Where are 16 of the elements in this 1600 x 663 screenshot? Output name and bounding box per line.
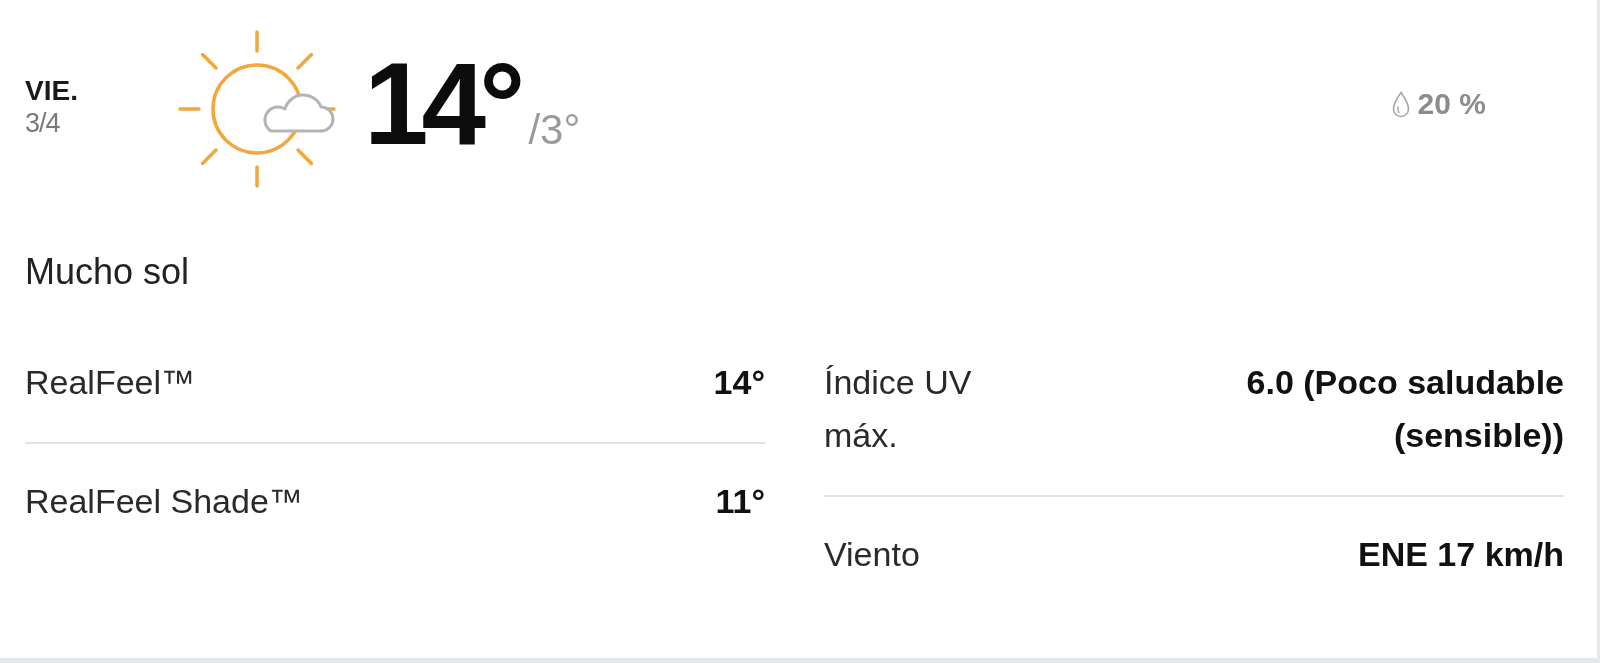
high-temperature: 14°	[364, 46, 519, 162]
detail-value: ENE 17 km/h	[1358, 534, 1564, 575]
weather-phrase: Mucho sol	[25, 250, 190, 294]
precipitation-value: 20 %	[1417, 87, 1486, 121]
detail-value: 11°	[715, 481, 765, 522]
raindrop-icon	[1391, 90, 1410, 118]
weekday-label: VIE.	[25, 75, 78, 107]
low-temperature: /3°	[528, 109, 581, 151]
detail-label: RealFeel Shade™	[25, 481, 303, 522]
detail-label: RealFeel™	[25, 362, 196, 403]
date-label: 3/4	[25, 107, 60, 139]
detail-label: Viento	[824, 534, 920, 575]
detail-value: 14°	[713, 362, 765, 403]
detail-value: 6.0 (Poco saludable (sensible))	[1245, 362, 1564, 456]
sun-with-cloud-icon	[178, 30, 336, 188]
detail-label: Índice UV máx.	[824, 362, 973, 456]
